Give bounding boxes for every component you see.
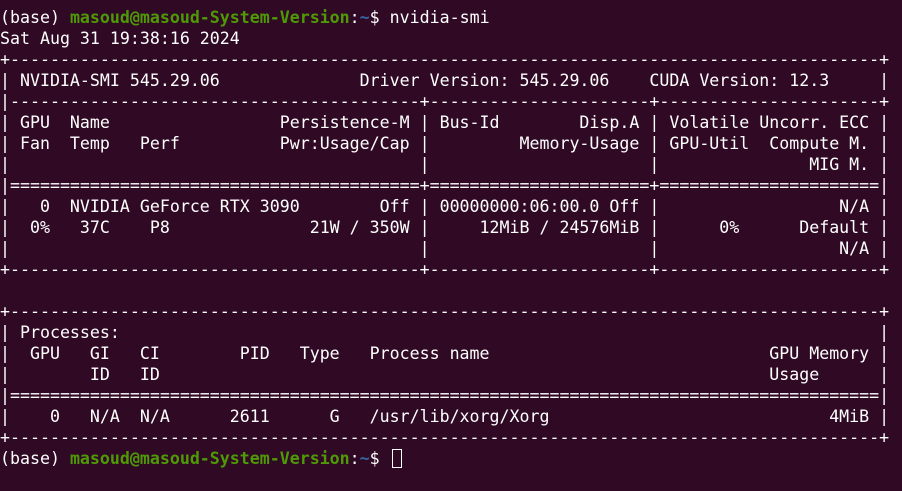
command-output: Sat Aug 31 19:38:16 2024 +--------------… (0, 28, 902, 448)
output-line-processes-header-1: | GPU GI CI PID Type Process name GPU Me… (0, 344, 890, 363)
output-line-blank (0, 280, 902, 301)
conda-env-label: (base) (0, 8, 70, 27)
command-text: nvidia-smi (389, 8, 490, 27)
output-line-border-top: +---------------------------------------… (0, 50, 890, 69)
output-line-border-gpu-bottom: +---------------------------------------… (0, 260, 890, 279)
output-line-processes-title: | Processes: | (0, 323, 890, 342)
output-line-separator: |---------------------------------------… (0, 92, 890, 111)
output-line-header-2: | Fan Temp Perf Pwr:Usage/Cap | Memory-U… (0, 134, 890, 153)
text-cursor[interactable] (391, 449, 402, 468)
output-line-processes-header-2: | ID ID Usage | (0, 365, 890, 384)
user-host-label: masoud@masoud-System-Version (69, 449, 350, 468)
output-line-gpu-row-3: | | | N/A | (0, 239, 890, 258)
current-path-label: ~ (359, 8, 370, 27)
prompt-separator: : (349, 449, 360, 468)
output-line-header-3: | | | MIG M. | (0, 155, 890, 174)
output-line-date: Sat Aug 31 19:38:16 2024 (0, 29, 310, 48)
terminal-window[interactable]: (base) masoud@masoud-System-Version:~$ n… (0, 0, 902, 491)
output-line-processes-separator: |=======================================… (0, 386, 890, 405)
output-line-processes-border-bottom: +---------------------------------------… (0, 428, 890, 447)
output-line-process-row: | 0 N/A N/A 2611 G /usr/lib/xorg/Xorg 4M… (0, 407, 890, 426)
output-line-version-info: | NVIDIA-SMI 545.29.06 Driver Version: 5… (0, 71, 890, 90)
command-prompt-line: (base) masoud@masoud-System-Version:~$ n… (0, 7, 902, 28)
user-host-label: masoud@masoud-System-Version (69, 8, 350, 27)
output-line-header-1: | GPU Name Persistence-M | Bus-Id Disp.A… (0, 113, 890, 132)
output-line-gpu-row-2: | 0% 37C P8 21W / 350W | 12MiB / 24576Mi… (0, 218, 890, 237)
prompt-symbol: $ (369, 8, 390, 27)
output-line-double-separator: |=======================================… (0, 176, 890, 195)
prompt-symbol: $ (369, 449, 390, 468)
active-prompt-line[interactable]: (base) masoud@masoud-System-Version:~$ (0, 448, 902, 469)
output-line-gpu-row-1: | 0 NVIDIA GeForce RTX 3090 Off | 000000… (0, 197, 890, 216)
conda-env-label: (base) (0, 449, 70, 468)
prompt-separator: : (349, 8, 360, 27)
output-line-processes-border-top: +---------------------------------------… (0, 302, 890, 321)
current-path-label: ~ (359, 449, 370, 468)
